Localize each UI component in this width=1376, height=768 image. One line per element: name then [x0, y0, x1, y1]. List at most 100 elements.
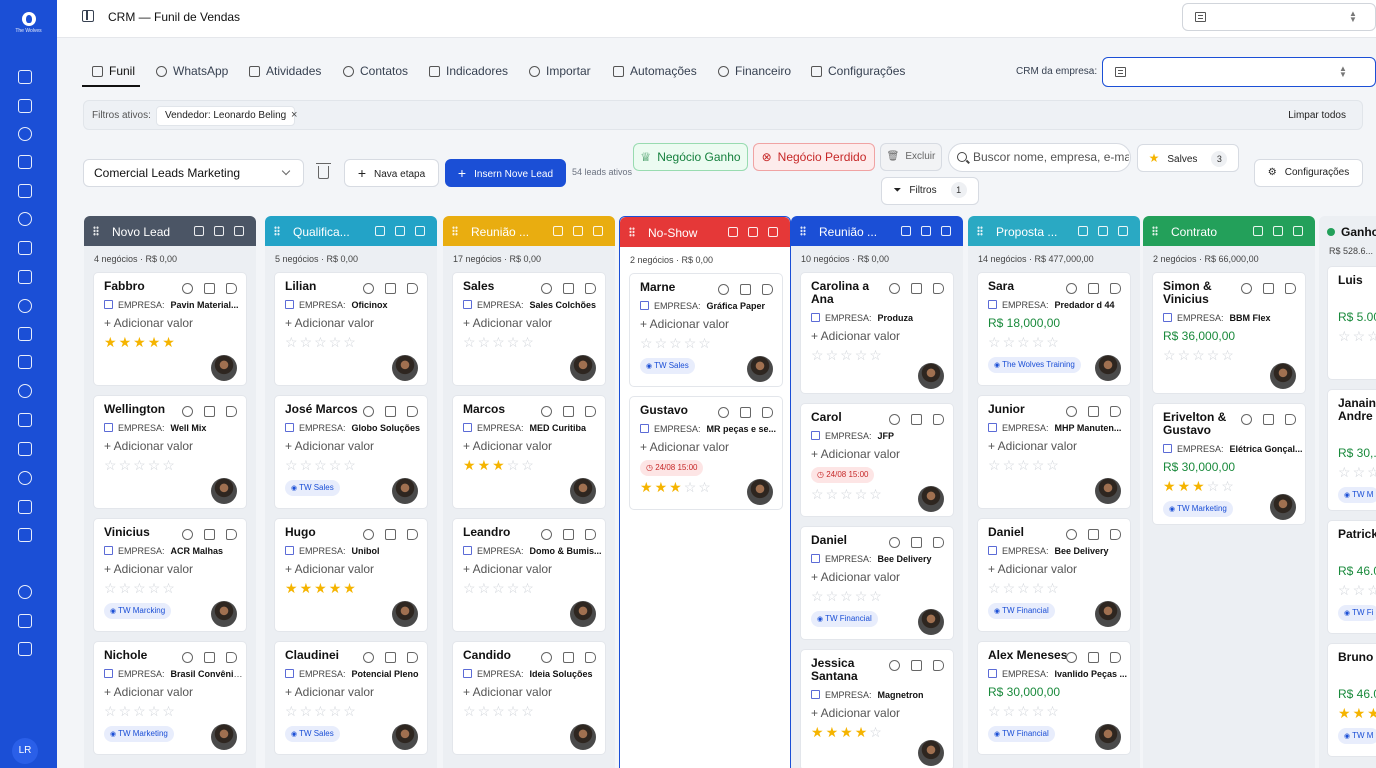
rating-stars[interactable]: ★★★★☆ — [1338, 706, 1376, 720]
deal-card[interactable]: Lilian EMPRESA: Oficinox + Adicionar valor ☆… — [274, 272, 428, 386]
whatsapp-icon[interactable] — [182, 283, 193, 294]
rating-star-icon[interactable]: ☆ — [285, 334, 300, 350]
column-header[interactable]: Contrato — [1143, 216, 1315, 246]
rating-star-icon[interactable]: ☆ — [684, 335, 699, 351]
add-value-button[interactable]: + Adicionar valor — [104, 439, 193, 453]
rating-stars[interactable]: ★★★☆☆ — [463, 458, 536, 472]
rating-stars[interactable]: ☆☆☆☆☆ — [988, 458, 1061, 472]
rating-star-icon[interactable]: ★ — [104, 334, 119, 350]
rating-star-icon[interactable]: ☆ — [826, 486, 841, 502]
rating-stars[interactable]: ☆☆☆☆☆ — [463, 335, 536, 349]
rating-stars[interactable]: ☆☆☆☆☆ — [811, 487, 884, 501]
checklist-icon[interactable] — [1263, 414, 1274, 425]
rating-star-icon[interactable]: ☆ — [478, 334, 493, 350]
deal-card[interactable]: Wellington EMPRESA: Well Mix + Adicionar va… — [93, 395, 247, 509]
whatsapp-icon[interactable] — [718, 284, 729, 295]
rating-star-icon[interactable]: ☆ — [640, 335, 655, 351]
rating-star-icon[interactable]: ★ — [826, 724, 841, 740]
rating-stars[interactable]: ☆☆☆☆☆ — [988, 335, 1061, 349]
settings-icon[interactable] — [18, 642, 32, 656]
add-value-button[interactable]: + Adicionar valor — [463, 562, 552, 576]
deal-card[interactable]: Carol EMPRESA: JFP + Adicionar valor 24/08 1… — [800, 403, 954, 517]
archive-icon[interactable] — [395, 226, 405, 236]
rating-star-icon[interactable]: ☆ — [148, 580, 163, 596]
whatsapp-icon[interactable] — [1241, 414, 1252, 425]
whatsapp-icon[interactable] — [541, 529, 552, 540]
rating-star-icon[interactable]: ☆ — [840, 486, 855, 502]
archive-icon[interactable] — [214, 226, 224, 236]
rating-stars[interactable]: ☆☆☆☆☆ — [1338, 583, 1376, 597]
card-icon[interactable] — [18, 528, 32, 542]
checklist-icon[interactable] — [740, 284, 751, 295]
rating-star-icon[interactable]: ☆ — [492, 703, 507, 719]
tag-icon[interactable] — [585, 406, 596, 417]
rating-star-icon[interactable]: ★ — [655, 479, 670, 495]
tag-icon[interactable] — [585, 283, 596, 294]
column-header[interactable]: Proposta ... — [968, 216, 1140, 246]
rating-star-icon[interactable]: ☆ — [1192, 347, 1207, 363]
add-value-button[interactable]: + Adicionar valor — [811, 329, 900, 343]
rating-stars[interactable]: ☆☆☆☆☆ — [463, 581, 536, 595]
trash-icon[interactable] — [941, 226, 951, 236]
add-value-button[interactable]: + Adicionar valor — [104, 562, 193, 576]
rating-star-icon[interactable]: ☆ — [1046, 703, 1061, 719]
tag-icon[interactable] — [407, 283, 418, 294]
deal-card[interactable]: Erivelton & Gustavo EMPRESA: Elétrica Gonç… — [1152, 403, 1306, 525]
rating-star-icon[interactable]: ☆ — [507, 703, 522, 719]
add-value-button[interactable]: + Adicionar valor — [285, 685, 374, 699]
rating-star-icon[interactable]: ★ — [1178, 478, 1193, 494]
add-value-button[interactable]: + Adicionar valor — [811, 706, 900, 720]
drag-handle-icon[interactable] — [1152, 226, 1158, 236]
briefcase-icon[interactable] — [18, 212, 32, 226]
rating-star-icon[interactable]: ☆ — [840, 588, 855, 604]
tab-7[interactable]: Financeiro — [718, 64, 791, 78]
checklist-icon[interactable] — [563, 406, 574, 417]
rating-stars[interactable]: ☆☆☆☆☆ — [285, 704, 358, 718]
rating-star-icon[interactable]: ☆ — [1003, 457, 1018, 473]
deal-card[interactable]: Candido EMPRESA: Ideia Soluções + Adicionar… — [452, 641, 606, 755]
rating-star-icon[interactable]: ★ — [492, 457, 507, 473]
drag-handle-icon[interactable] — [629, 227, 635, 237]
deal-card[interactable]: Janaina Andre EMPRESA: R$ 30,... ☆☆☆☆☆ TW M — [1327, 389, 1376, 511]
drag-handle-icon[interactable] — [274, 226, 280, 236]
rating-star-icon[interactable]: ☆ — [521, 703, 536, 719]
rating-star-icon[interactable]: ☆ — [119, 580, 134, 596]
tag-icon[interactable] — [1285, 283, 1296, 294]
graduation-alt-icon[interactable] — [18, 500, 32, 514]
deal-card[interactable]: Jessica Santana EMPRESA: Magnetron + Adicio… — [800, 649, 954, 768]
rating-stars[interactable]: ☆☆☆☆☆ — [988, 581, 1061, 595]
chat-icon[interactable] — [18, 384, 32, 398]
tag-icon[interactable] — [585, 652, 596, 663]
company-selector-top[interactable]: ▲ ▼ — [1182, 3, 1376, 31]
rating-star-icon[interactable]: ☆ — [1003, 334, 1018, 350]
rating-star-icon[interactable]: ☆ — [1046, 334, 1061, 350]
rating-star-icon[interactable]: ☆ — [988, 334, 1003, 350]
rating-star-icon[interactable]: ★ — [329, 580, 344, 596]
rating-star-icon[interactable]: ★ — [148, 334, 163, 350]
checklist-icon[interactable] — [204, 529, 215, 540]
rating-star-icon[interactable]: ☆ — [492, 334, 507, 350]
rating-star-icon[interactable]: ☆ — [521, 580, 536, 596]
whatsapp-icon[interactable] — [1066, 652, 1077, 663]
filter-chip-seller[interactable]: Vendedor: Leonardo Beling — [156, 106, 296, 126]
rating-star-icon[interactable]: ☆ — [988, 457, 1003, 473]
add-value-button[interactable]: + Adicionar valor — [988, 439, 1077, 453]
drag-handle-icon[interactable] — [977, 226, 983, 236]
rating-star-icon[interactable]: ☆ — [1003, 580, 1018, 596]
clipboard-icon[interactable] — [18, 99, 32, 113]
rating-star-icon[interactable]: ☆ — [162, 457, 177, 473]
checklist-icon[interactable] — [204, 283, 215, 294]
rating-star-icon[interactable]: ☆ — [463, 703, 478, 719]
edit-icon[interactable] — [375, 226, 385, 236]
users-icon[interactable] — [18, 614, 32, 628]
rating-star-icon[interactable]: ☆ — [811, 588, 826, 604]
trash-icon[interactable] — [768, 227, 778, 237]
rating-stars[interactable]: ★★★☆☆ — [640, 480, 713, 494]
rating-star-icon[interactable]: ★ — [119, 334, 134, 350]
tag-icon[interactable] — [226, 652, 237, 663]
add-value-button[interactable]: + Adicionar valor — [463, 439, 552, 453]
rating-star-icon[interactable]: ☆ — [343, 457, 358, 473]
rating-star-icon[interactable]: ☆ — [811, 486, 826, 502]
column-header[interactable]: Reunião ... — [791, 216, 963, 246]
rating-star-icon[interactable]: ★ — [463, 457, 478, 473]
